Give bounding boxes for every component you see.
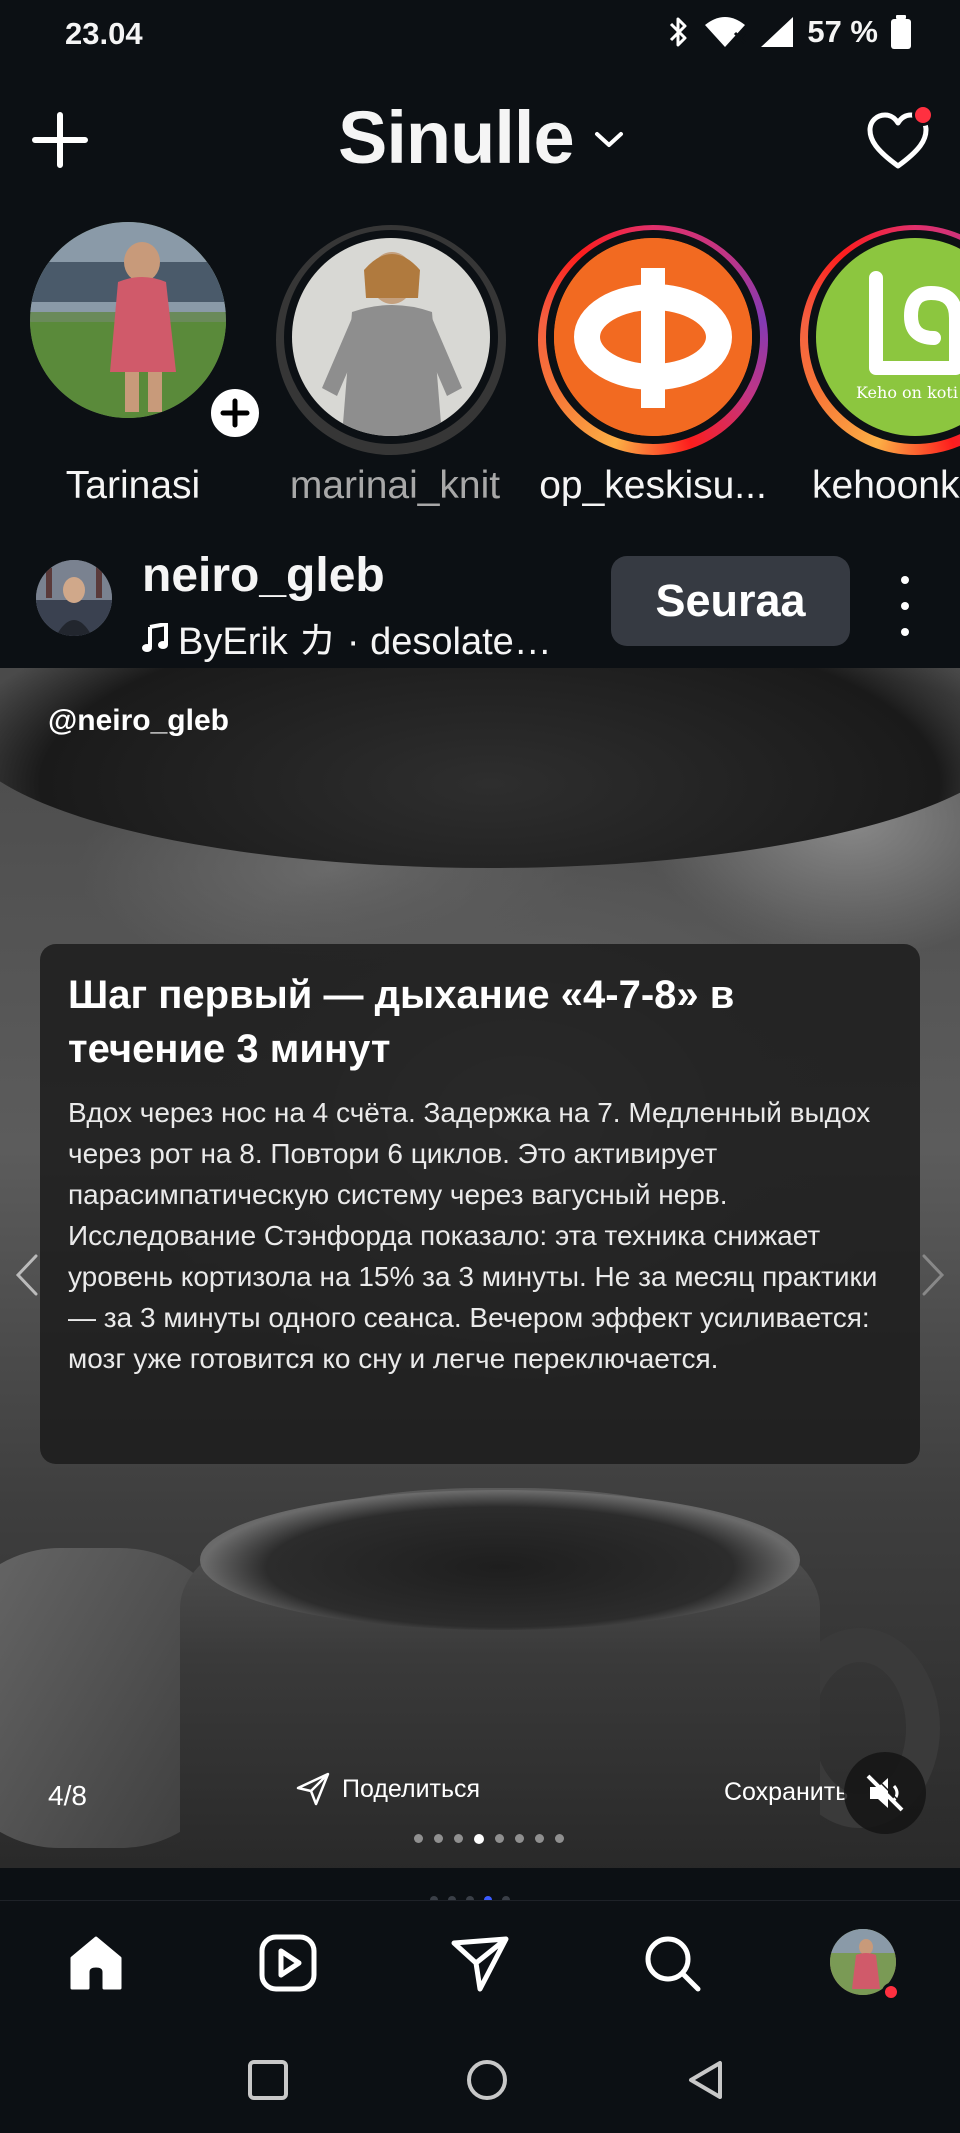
card-body: Вдох через нос на 4 счёта. Задержка на 7… (68, 1097, 878, 1374)
post-author-avatar[interactable] (36, 560, 112, 636)
overlay-text-card: Шаг первый — дыхание «4-7-8» в течение 3… (40, 944, 920, 1464)
media-username-tag: @neiro_gleb (48, 704, 229, 737)
add-story-button[interactable] (206, 384, 264, 442)
search-icon (645, 1936, 701, 1992)
story-label: Tarinasi (65, 464, 201, 507)
story-item[interactable]: Keho on koti® kehoonk (800, 222, 960, 522)
direct-send-icon (451, 1936, 509, 1992)
bottom-nav (0, 1900, 960, 2020)
own-story-avatar (30, 222, 226, 418)
carousel-dot (515, 1834, 524, 1843)
story-item[interactable]: marinai_knit (276, 222, 516, 522)
audio-track-label: ByErik カ · desolate… (178, 621, 552, 663)
home-circle-icon[interactable] (465, 2058, 509, 2102)
chevron-down-icon[interactable] (594, 130, 624, 150)
bluetooth-icon (670, 17, 687, 47)
post-username[interactable]: neiro_gleb (142, 548, 385, 603)
story-item-own[interactable]: Tarinasi (30, 222, 270, 522)
story-label: op_keskisu... (539, 464, 767, 507)
home-icon (70, 1936, 122, 1990)
wifi-icon (705, 17, 747, 47)
chevron-left-icon[interactable] (12, 1250, 42, 1300)
post-header: neiro_gleb ByErik カ · desolate… Seuraa (0, 540, 960, 663)
system-nav-bar (0, 2020, 960, 2133)
share-label: Поделиться (342, 1774, 481, 1803)
more-options-icon[interactable] (890, 576, 920, 636)
carousel-dot (434, 1834, 443, 1843)
home-tab[interactable] (64, 1931, 128, 1995)
share-button[interactable]: Поделиться (296, 1772, 480, 1806)
stories-tray: Tarinasi marinai_knit op_keskisu... Keho… (0, 222, 960, 522)
back-triangle-icon[interactable] (684, 2058, 728, 2102)
music-note-icon (142, 622, 168, 652)
feed-header: Sinulle (0, 90, 960, 190)
story-avatar (292, 238, 490, 436)
story-label: kehoonk (812, 464, 960, 507)
carousel-dot (454, 1834, 463, 1843)
create-plus-icon[interactable] (30, 110, 90, 170)
story-label: marinai_knit (289, 464, 501, 507)
slide-counter: 4/8 (48, 1780, 87, 1811)
battery-icon (891, 15, 911, 49)
chevron-right-icon[interactable] (918, 1250, 948, 1300)
status-time: 23.04 (65, 16, 143, 51)
carousel-dot (535, 1834, 544, 1843)
signal-icon (761, 17, 794, 47)
paper-plane-icon (296, 1772, 330, 1806)
svg-text:Keho on koti®: Keho on koti® (856, 383, 960, 402)
feed-title[interactable]: Sinulle (338, 95, 575, 180)
status-icons: 57 % (667, 14, 912, 50)
carousel-dot (495, 1834, 504, 1843)
speaker-muted-icon (866, 1772, 906, 1812)
follow-button[interactable]: Seuraa (611, 556, 850, 646)
carousel-dot (414, 1834, 423, 1843)
story-item[interactable]: op_keskisu... (538, 222, 778, 522)
save-button[interactable]: Сохранить (724, 1778, 848, 1807)
reels-icon (259, 1934, 317, 1992)
carousel-dot (555, 1834, 564, 1843)
notifications-button[interactable] (866, 104, 934, 174)
status-bar: 23.04 57 % (0, 0, 960, 70)
mute-button[interactable] (844, 1752, 926, 1834)
profile-notification-dot (882, 1983, 900, 2001)
battery-percent: 57 % (807, 14, 878, 49)
direct-tab[interactable] (448, 1931, 512, 1995)
recents-square-icon[interactable] (246, 2058, 290, 2102)
carousel-dots (414, 1834, 564, 1844)
plus-icon (220, 398, 250, 428)
post-audio[interactable]: ByErik カ · desolate… (142, 610, 552, 665)
post-media[interactable]: @neiro_gleb Шаг первый — дыхание «4-7-8»… (0, 668, 960, 1868)
carousel-dot-active (474, 1834, 484, 1844)
reels-tab[interactable] (256, 1931, 320, 1995)
op-logo (554, 238, 752, 436)
card-title: Шаг первый — дыхание «4-7-8» в течение 3… (68, 973, 735, 1071)
search-tab[interactable] (640, 1931, 704, 1995)
notification-dot (912, 104, 934, 126)
